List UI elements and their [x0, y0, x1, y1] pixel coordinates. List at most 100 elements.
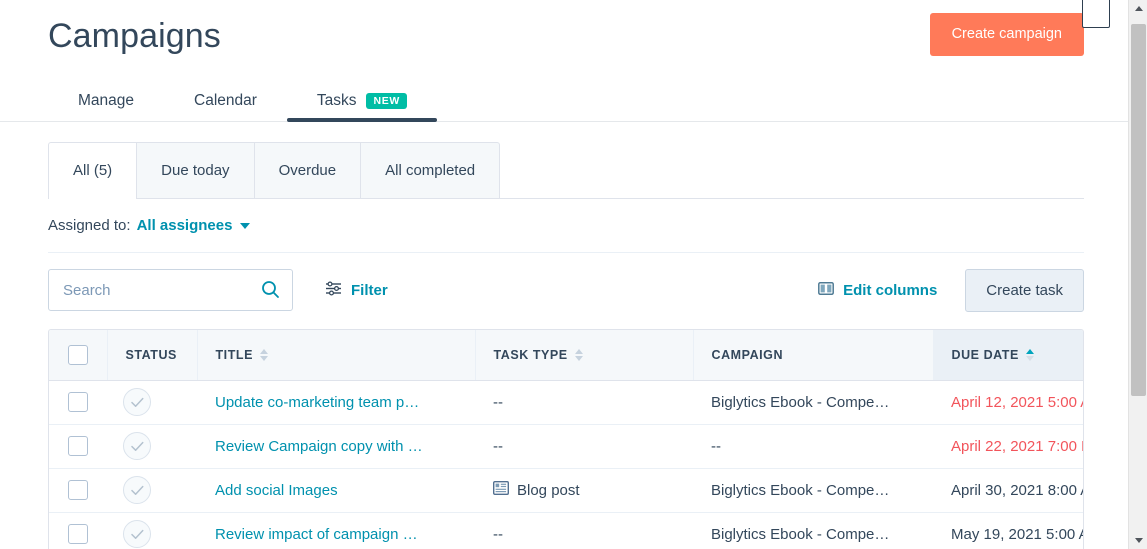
- task-type-value: Blog post: [517, 481, 580, 499]
- row-status-cell: [107, 512, 197, 549]
- header-task-type[interactable]: TASK TYPE: [475, 330, 694, 381]
- header-title-label: TITLE: [215, 347, 253, 362]
- row-campaign-cell: Biglytics Ebook - Compe…: [693, 468, 933, 513]
- row-checkbox[interactable]: [68, 392, 88, 412]
- header-status: STATUS: [107, 330, 198, 381]
- tab-manage[interactable]: Manage: [48, 92, 164, 121]
- header-select-all: [49, 330, 108, 381]
- blog-post-icon: [492, 480, 510, 499]
- row-campaign-cell: Biglytics Ebook - Compe…: [693, 380, 933, 425]
- subtab-overdue[interactable]: Overdue: [254, 142, 362, 198]
- row-due-date-cell: April 30, 2021 8:00 AM: [933, 468, 1083, 513]
- header-title[interactable]: TITLE: [197, 330, 476, 381]
- row-checkbox-cell: [49, 380, 107, 425]
- chevron-down-icon[interactable]: [240, 222, 251, 229]
- page-header: Campaigns Create campaign Manage Calenda…: [0, 0, 1128, 122]
- sort-title-icon[interactable]: [259, 348, 268, 361]
- task-filter-tabs: All (5) Due today Overdue All completed: [48, 142, 1084, 199]
- row-checkbox-cell: [49, 512, 107, 549]
- header-campaign: CAMPAIGN: [693, 330, 934, 381]
- row-due-date-cell: April 12, 2021 5:00 AM: [933, 380, 1083, 425]
- assigned-to-label: Assigned to:: [48, 217, 131, 234]
- due-date-value: April 30, 2021 8:00 AM: [951, 481, 1083, 499]
- search-container: [48, 269, 293, 311]
- assignee-dropdown[interactable]: All assignees: [137, 217, 233, 234]
- row-title-cell: Review impact of campaign …: [197, 512, 475, 549]
- tab-calendar[interactable]: Calendar: [164, 92, 287, 121]
- tab-manage-label: Manage: [78, 92, 135, 109]
- row-title-cell: Review Campaign copy with …: [197, 424, 475, 469]
- primary-nav-tabs: Manage Calendar Tasks NEW: [48, 77, 437, 122]
- subtab-all[interactable]: All (5): [48, 142, 138, 199]
- table-row[interactable]: Review impact of campaign … -- Biglytics…: [49, 512, 1083, 549]
- table-row[interactable]: Update co-marketing team p… -- Biglytics…: [49, 380, 1083, 425]
- page-viewport: Campaigns Create campaign Manage Calenda…: [0, 0, 1128, 549]
- complete-task-icon[interactable]: [123, 388, 151, 416]
- search-input[interactable]: [48, 269, 293, 311]
- row-checkbox-cell: [49, 468, 107, 513]
- page-content: All (5) Due today Overdue All completed …: [0, 142, 1128, 549]
- subtab-all-completed[interactable]: All completed: [361, 142, 501, 198]
- row-checkbox[interactable]: [68, 524, 88, 544]
- header-campaign-label: CAMPAIGN: [711, 347, 784, 362]
- create-campaign-button[interactable]: Create campaign: [929, 13, 1084, 56]
- row-task-type-cell: Blog post: [475, 468, 693, 513]
- task-type-value: --: [493, 437, 503, 455]
- scroll-up-arrow-icon[interactable]: [1129, 0, 1147, 17]
- tab-calendar-label: Calendar: [194, 92, 257, 109]
- page-scrollbar[interactable]: [1128, 0, 1147, 549]
- row-campaign-cell: Biglytics Ebook - Compe…: [693, 512, 933, 549]
- sort-task-type-icon[interactable]: [574, 348, 583, 361]
- row-status-cell: [107, 424, 197, 469]
- row-title-cell: Add social Images: [197, 468, 475, 513]
- scrollbar-thumb[interactable]: [1131, 24, 1146, 396]
- row-due-date-cell: April 22, 2021 7:00 PM: [933, 424, 1083, 469]
- due-date-value: April 12, 2021 5:00 AM: [951, 393, 1083, 411]
- row-title-cell: Update co-marketing team p…: [197, 380, 475, 425]
- filter-icon: [325, 280, 342, 300]
- edit-columns-button[interactable]: Edit columns: [818, 282, 937, 299]
- task-title-link[interactable]: Update co-marketing team p…: [215, 394, 419, 411]
- table-row[interactable]: Review Campaign copy with … -- -- April …: [49, 424, 1083, 469]
- task-type-value: --: [493, 393, 503, 411]
- table-row[interactable]: Add social Images Blog post Biglytics Eb…: [49, 468, 1083, 513]
- subtab-due-today[interactable]: Due today: [137, 142, 255, 198]
- tab-tasks[interactable]: Tasks NEW: [286, 92, 437, 122]
- assigned-to-row: Assigned to: All assignees: [48, 217, 1084, 253]
- row-task-type-cell: --: [475, 424, 693, 469]
- new-badge: NEW: [365, 92, 407, 110]
- tasks-table: STATUS TITLE TASK TYPE CAMPAIGN DUE DATE…: [49, 330, 1083, 549]
- select-all-checkbox[interactable]: [67, 344, 88, 365]
- campaign-value: Biglytics Ebook - Compe…: [711, 393, 890, 411]
- filter-button[interactable]: Filter: [325, 280, 388, 300]
- complete-task-icon[interactable]: [123, 520, 151, 548]
- task-title-link[interactable]: Review Campaign copy with …: [215, 438, 423, 455]
- tasks-table-container: STATUS TITLE TASK TYPE CAMPAIGN DUE DATE…: [48, 329, 1084, 549]
- row-status-cell: [107, 468, 197, 513]
- table-header-row: STATUS TITLE TASK TYPE CAMPAIGN DUE DATE: [49, 330, 1083, 381]
- campaign-value: Biglytics Ebook - Compe…: [711, 481, 890, 499]
- task-title-link[interactable]: Add social Images: [215, 482, 338, 499]
- row-task-type-cell: --: [475, 380, 693, 425]
- focus-outline-box: [1082, 0, 1110, 28]
- scroll-down-arrow-icon[interactable]: [1129, 532, 1147, 549]
- edit-columns-label: Edit columns: [843, 281, 938, 299]
- row-checkbox[interactable]: [68, 480, 88, 500]
- row-status-cell: [107, 380, 197, 425]
- create-task-button[interactable]: Create task: [965, 268, 1084, 312]
- filter-label: Filter: [351, 281, 388, 299]
- due-date-value: April 22, 2021 7:00 PM: [951, 437, 1083, 455]
- table-toolbar: Filter Edit columns Create task: [48, 268, 1084, 312]
- due-date-value: May 19, 2021 5:00 AM: [951, 525, 1083, 543]
- header-due-date[interactable]: DUE DATE: [933, 330, 1083, 381]
- sort-due-date-icon[interactable]: [1025, 348, 1034, 361]
- complete-task-icon[interactable]: [123, 432, 151, 460]
- header-due-date-label: DUE DATE: [951, 347, 1019, 362]
- complete-task-icon[interactable]: [123, 476, 151, 504]
- tab-tasks-label: Tasks: [316, 92, 357, 109]
- header-status-label: STATUS: [125, 347, 177, 362]
- row-checkbox[interactable]: [68, 436, 88, 456]
- row-checkbox-cell: [49, 424, 107, 469]
- task-title-link[interactable]: Review impact of campaign …: [215, 526, 418, 543]
- header-task-type-label: TASK TYPE: [493, 347, 568, 362]
